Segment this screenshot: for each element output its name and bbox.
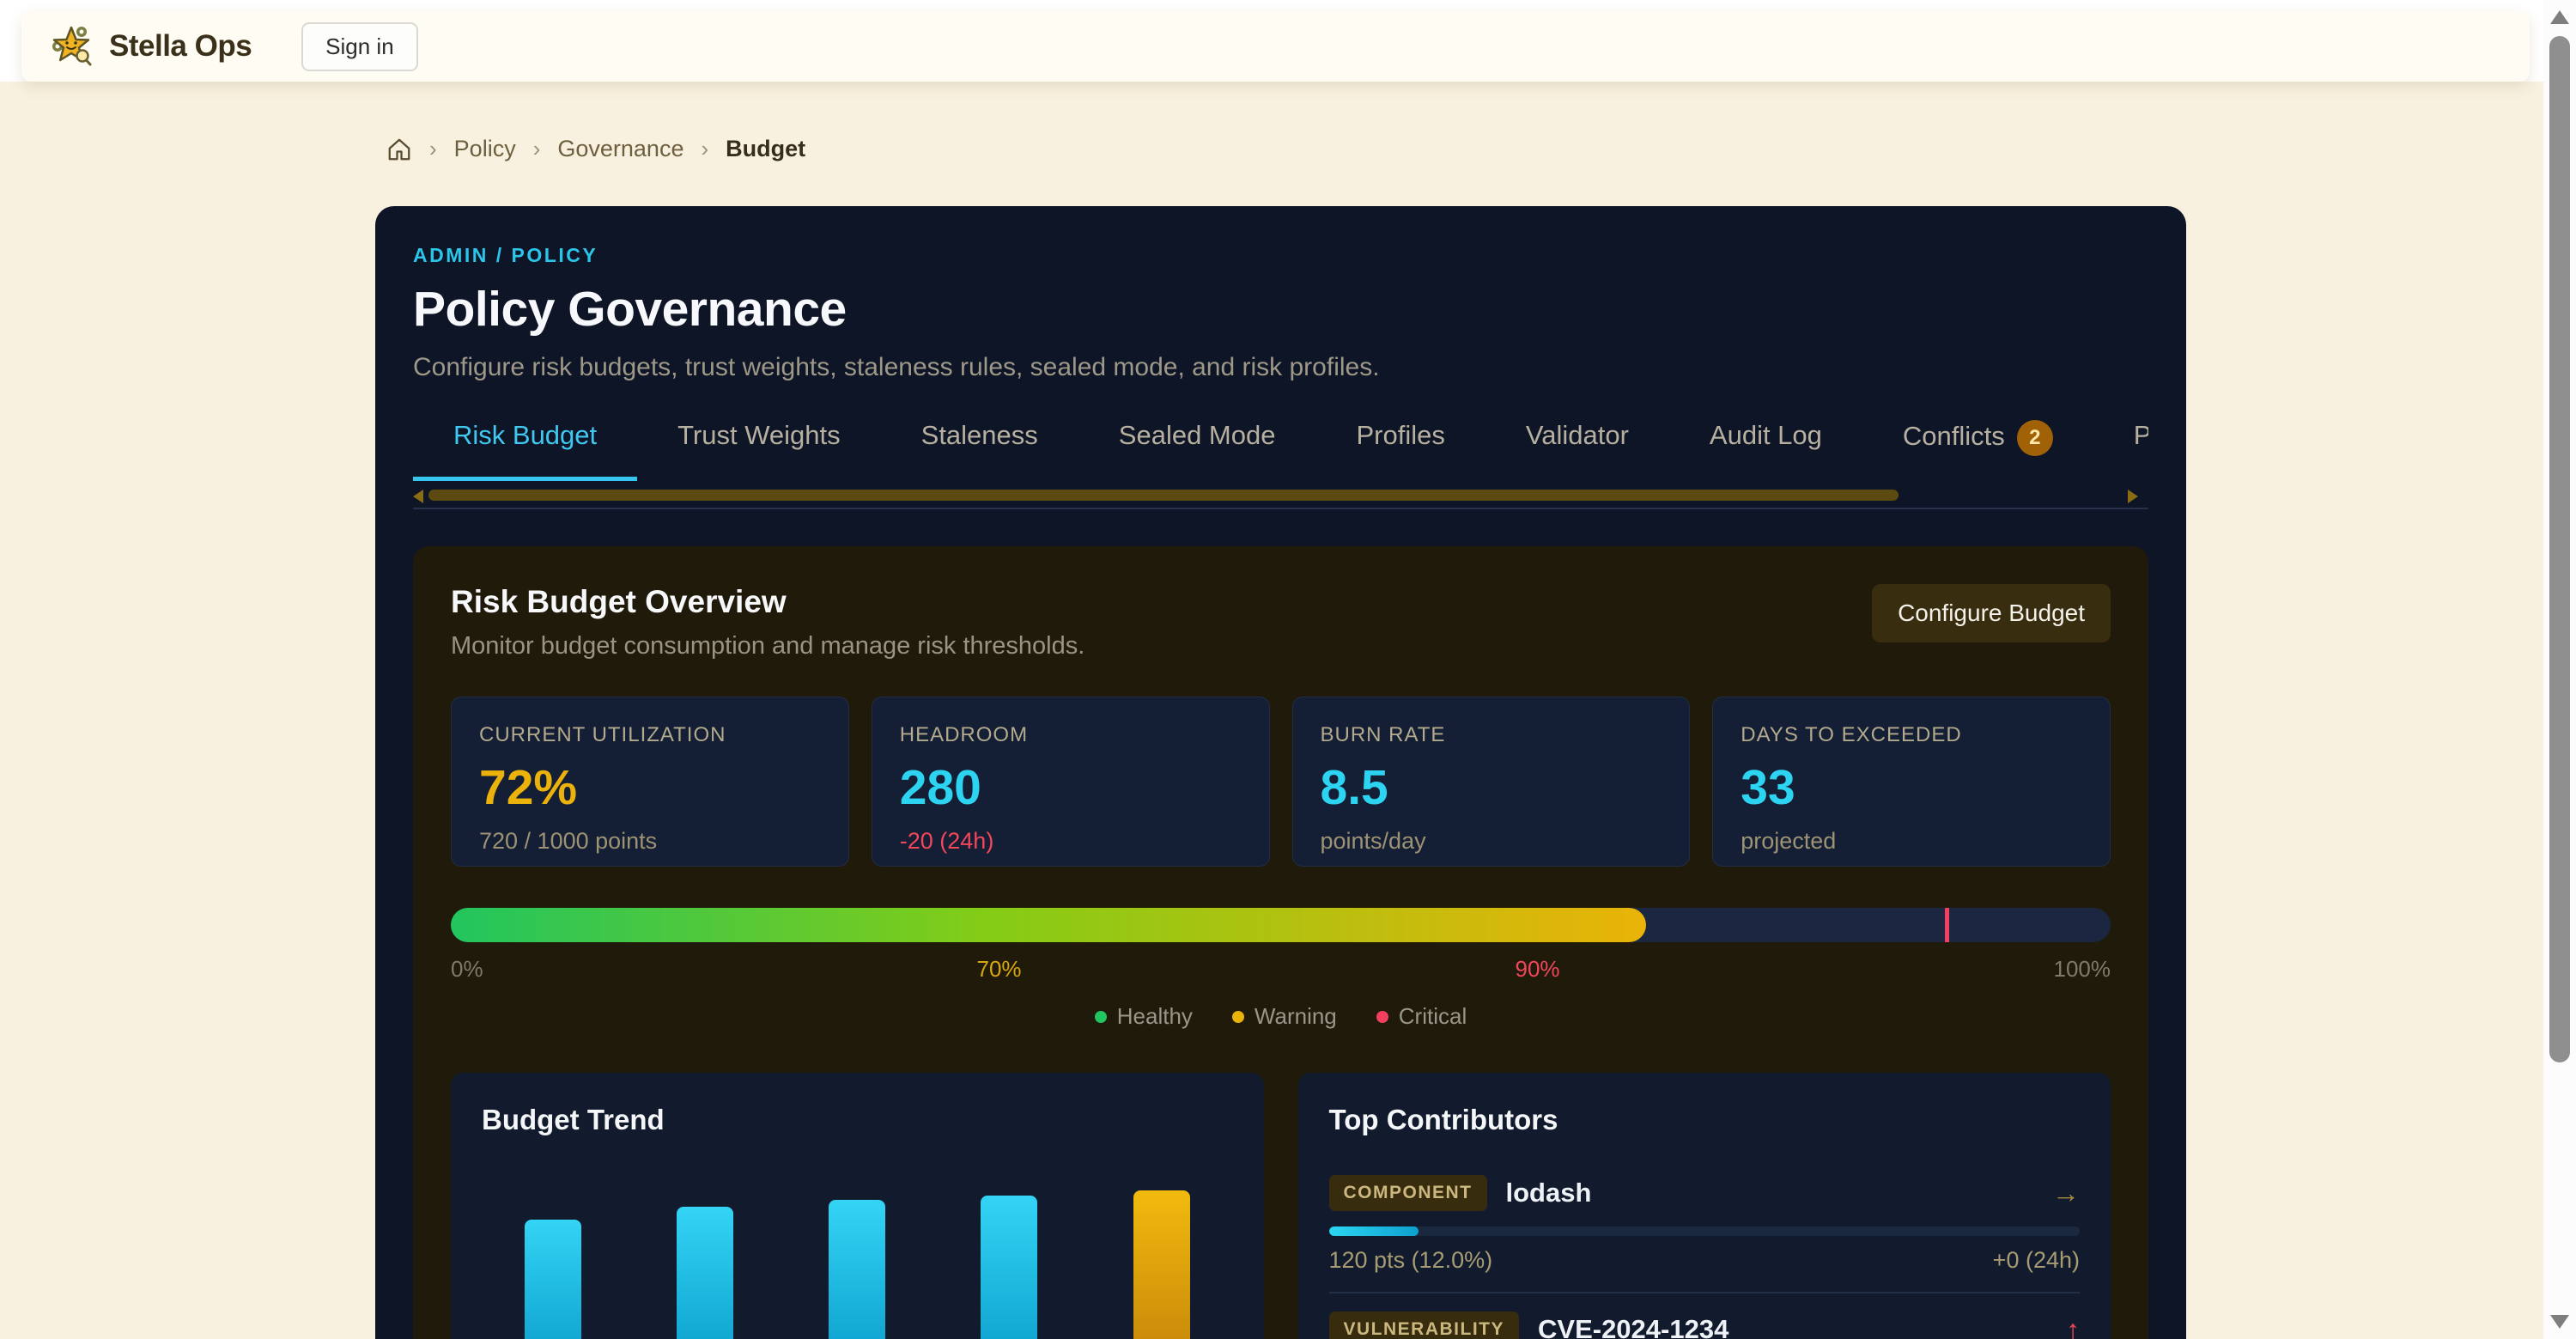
- stat-value: 72%: [479, 759, 821, 816]
- type-badge: COMPONENT: [1329, 1175, 1487, 1211]
- breadcrumb-item-governance[interactable]: Governance: [557, 136, 683, 162]
- stat-label: CURRENT UTILIZATION: [479, 723, 821, 747]
- tab-profiles[interactable]: Profiles: [1315, 420, 1485, 481]
- legend-label: Healthy: [1117, 1003, 1193, 1030]
- budget-trend-title: Budget Trend: [482, 1104, 1233, 1136]
- gauge-label-70: 70%: [977, 956, 1022, 983]
- breadcrumb-item-budget-current: Budget: [726, 136, 805, 162]
- stat-grid: CURRENT UTILIZATION 72% 720 / 1000 point…: [451, 697, 2111, 867]
- gauge-labels: 0% 70% 90% 100%: [451, 956, 2111, 983]
- stat-sub: -20 (24h): [900, 828, 1242, 855]
- budget-trend-chart: [482, 1190, 1233, 1339]
- trend-bar: [525, 1220, 581, 1339]
- contributor-name: lodash: [1506, 1178, 1592, 1208]
- top-bar: Stella Ops Sign in: [21, 11, 2530, 82]
- budget-utilization-gauge: [451, 908, 2111, 942]
- stat-label: HEADROOM: [900, 723, 1242, 747]
- gauge-critical-marker: [1945, 908, 1949, 942]
- tab-validator[interactable]: Validator: [1485, 420, 1669, 481]
- scroll-down-arrow-icon[interactable]: [2550, 1315, 2569, 1329]
- tab-conflicts-label: Conflicts: [1903, 421, 2005, 451]
- stat-label: DAYS TO EXCEEDED: [1741, 723, 2082, 747]
- tab-audit-log[interactable]: Audit Log: [1669, 420, 1862, 481]
- legend-item-healthy: Healthy: [1095, 1003, 1193, 1030]
- contribution-delta: +0 (24h): [1993, 1247, 2080, 1274]
- trend-bar: [677, 1207, 733, 1339]
- contribution-bar: [1329, 1226, 2081, 1236]
- trend-up-arrow-icon[interactable]: ↑: [2066, 1314, 2080, 1339]
- tab-clipped[interactable]: Pl: [2093, 420, 2148, 481]
- scroll-up-arrow-icon[interactable]: [2550, 10, 2569, 24]
- page-subtitle: Configure risk budgets, trust weights, s…: [413, 353, 2148, 382]
- tab-risk-budget[interactable]: Risk Budget: [413, 420, 637, 481]
- trend-flat-arrow-icon[interactable]: →: [2052, 1178, 2080, 1209]
- type-badge: VULNERABILITY: [1329, 1312, 1520, 1339]
- contribution-bar-fill: [1329, 1226, 1419, 1236]
- tab-strip: Risk Budget Trust Weights Staleness Seal…: [413, 420, 2148, 481]
- contributor-row-lodash[interactable]: COMPONENT lodash → 120 pts (12.0%) +0 (2…: [1329, 1157, 2081, 1292]
- chevron-right-icon: ›: [701, 136, 708, 162]
- tab-sealed-mode[interactable]: Sealed Mode: [1078, 420, 1316, 481]
- legend-item-critical: Critical: [1376, 1003, 1467, 1030]
- breadcrumb: › Policy › Governance › Budget: [386, 136, 805, 162]
- gauge-legend: Healthy Warning Critical: [451, 1003, 2111, 1030]
- tab-staleness[interactable]: Staleness: [881, 420, 1078, 481]
- contributor-row-cve[interactable]: VULNERABILITY CVE-2024-1234 ↑ 95 pts (9.…: [1329, 1292, 2081, 1339]
- trend-bar: [829, 1200, 885, 1339]
- overview-subtitle: Monitor budget consumption and manage ri…: [451, 632, 1084, 660]
- stat-label: BURN RATE: [1321, 723, 1662, 747]
- gauge-fill: [451, 908, 1646, 942]
- configure-budget-button[interactable]: Configure Budget: [1872, 584, 2111, 642]
- sign-in-button[interactable]: Sign in: [301, 22, 418, 71]
- tabs-horizontal-scrollbar: [413, 488, 2148, 502]
- healthy-status-dot: [1095, 1011, 1107, 1023]
- stat-sub: projected: [1741, 828, 2082, 855]
- contributor-name: CVE-2024-1234: [1538, 1314, 1728, 1339]
- stat-sub: points/day: [1321, 828, 1662, 855]
- brand-name: Stella Ops: [109, 29, 252, 64]
- tab-conflicts[interactable]: Conflicts 2: [1862, 420, 2093, 481]
- tabs-divider: [413, 508, 2148, 509]
- stat-card-headroom: HEADROOM 280 -20 (24h): [872, 697, 1270, 867]
- contribution-points: 120 pts (12.0%): [1329, 1247, 1493, 1274]
- stat-value: 280: [900, 759, 1242, 816]
- home-icon[interactable]: [386, 137, 412, 162]
- scroll-left-arrow-icon[interactable]: [413, 490, 423, 503]
- legend-label: Warning: [1255, 1003, 1337, 1030]
- gauge-label-100: 100%: [2053, 956, 2111, 983]
- overview-title: Risk Budget Overview: [451, 584, 1084, 620]
- risk-budget-overview-card: Risk Budget Overview Monitor budget cons…: [413, 546, 2148, 1339]
- star-mascot-logo-icon: [49, 24, 94, 69]
- legend-item-warning: Warning: [1232, 1003, 1337, 1030]
- chevron-right-icon: ›: [429, 136, 437, 162]
- brand-logo-link[interactable]: Stella Ops: [49, 24, 252, 69]
- trend-bar: [981, 1196, 1037, 1339]
- chevron-right-icon: ›: [533, 136, 541, 162]
- legend-label: Critical: [1399, 1003, 1467, 1030]
- top-contributors-title: Top Contributors: [1329, 1104, 2081, 1136]
- top-contributors-card: Top Contributors COMPONENT lodash → 120 …: [1298, 1073, 2111, 1339]
- conflicts-count-badge: 2: [2017, 420, 2053, 456]
- tabs-scrollbar-thumb[interactable]: [428, 490, 1899, 501]
- page-title: Policy Governance: [413, 281, 2148, 338]
- critical-status-dot: [1376, 1011, 1388, 1023]
- breadcrumb-item-policy[interactable]: Policy: [454, 136, 516, 162]
- warning-status-dot: [1232, 1011, 1244, 1023]
- stat-sub: 720 / 1000 points: [479, 828, 821, 855]
- gauge-label-90: 90%: [1516, 956, 1560, 983]
- budget-trend-card: Budget Trend 12/1 12/8 12/15 12/22 12/29: [451, 1073, 1264, 1339]
- stat-value: 33: [1741, 759, 2082, 816]
- vertical-scrollbar-thumb[interactable]: [2549, 36, 2570, 1062]
- policy-governance-panel: ADMIN / POLICY Policy Governance Configu…: [375, 206, 2186, 1339]
- tab-trust-weights[interactable]: Trust Weights: [637, 420, 881, 481]
- stat-card-burn-rate: BURN RATE 8.5 points/day: [1292, 697, 1691, 867]
- browser-vertical-scrollbar: [2543, 0, 2576, 1339]
- stat-card-current-utilization: CURRENT UTILIZATION 72% 720 / 1000 point…: [451, 697, 849, 867]
- stat-value: 8.5: [1321, 759, 1662, 816]
- gauge-label-0: 0%: [451, 956, 483, 983]
- stat-card-days-to-exceeded: DAYS TO EXCEEDED 33 projected: [1712, 697, 2111, 867]
- trend-bar-warning: [1133, 1190, 1190, 1339]
- eyebrow-admin-policy: ADMIN / POLICY: [413, 244, 2148, 267]
- scroll-right-arrow-icon[interactable]: [2128, 490, 2138, 503]
